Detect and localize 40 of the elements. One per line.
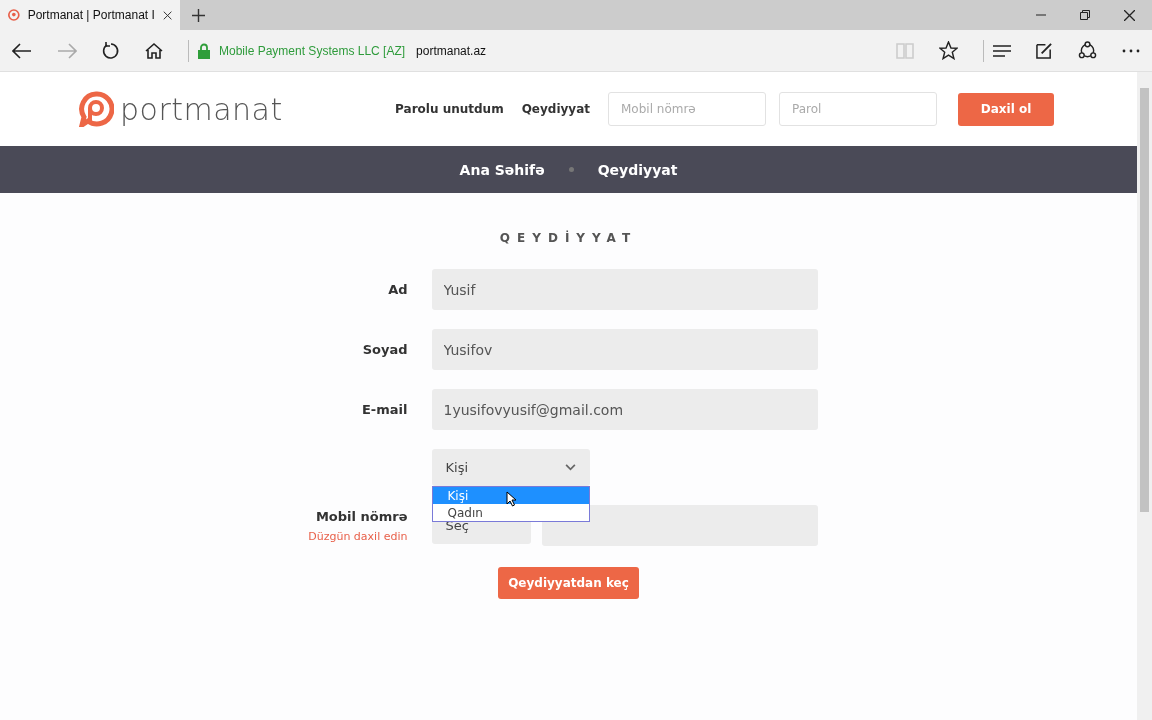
pen-icon[interactable] (1036, 42, 1053, 59)
password-field[interactable]: Parol (779, 92, 937, 126)
header-link[interactable]: Parolu unutdum (395, 102, 504, 116)
breadcrumb-link[interactable]: Qeydiyyat (597, 161, 678, 178)
logo-text[interactable]: portmanat (120, 91, 283, 127)
address-text[interactable]: portmanat.az (416, 43, 487, 58)
header-link[interactable]: Qeydiyyat (521, 102, 590, 116)
input-field[interactable]: Yusif (431, 269, 818, 310)
refresh-icon[interactable] (102, 41, 120, 60)
more-icon[interactable] (1122, 48, 1140, 53)
field-label: Mobil nömrə (315, 508, 408, 524)
field-label: Soyad (361, 342, 408, 357)
form-title: QEYDİYYAT (499, 231, 638, 245)
input-field[interactable]: Yusifov (431, 329, 818, 370)
input-field[interactable]: 1yusifovyusif@gmail.com (431, 389, 818, 430)
close-icon[interactable] (1124, 9, 1135, 21)
close-icon[interactable] (162, 9, 172, 21)
lock-icon (198, 42, 210, 59)
home-icon[interactable] (145, 41, 163, 60)
field-label: E-mail (361, 402, 408, 417)
chevron-icon (564, 464, 576, 471)
tab-title: Portmanat | Portmanat I (27, 8, 155, 22)
new-tab-icon[interactable] (192, 8, 205, 22)
field-label: Ad (387, 282, 408, 297)
share-icon[interactable] (1078, 41, 1097, 60)
logo-icon (78, 91, 114, 127)
menu-icon[interactable] (993, 43, 1011, 58)
scrollbar[interactable] (1137, 72, 1152, 720)
logo-icon (8, 8, 20, 22)
error-text: Düzgün daxil edin (308, 529, 408, 543)
gender-select[interactable]: Kişi (431, 449, 590, 486)
phone-input[interactable] (541, 505, 818, 546)
pointer-icon (505, 491, 516, 507)
back-icon[interactable] (12, 42, 32, 59)
star-icon[interactable] (939, 41, 958, 60)
browser-tab[interactable]: Portmanat | Portmanat I (0, 0, 180, 30)
phone-field[interactable]: Mobil nömrə (608, 92, 766, 126)
restore-icon[interactable] (1080, 10, 1090, 20)
breadcrumb-link[interactable]: Ana Səhifə (459, 161, 545, 178)
breadcrumb-separator (568, 167, 574, 172)
